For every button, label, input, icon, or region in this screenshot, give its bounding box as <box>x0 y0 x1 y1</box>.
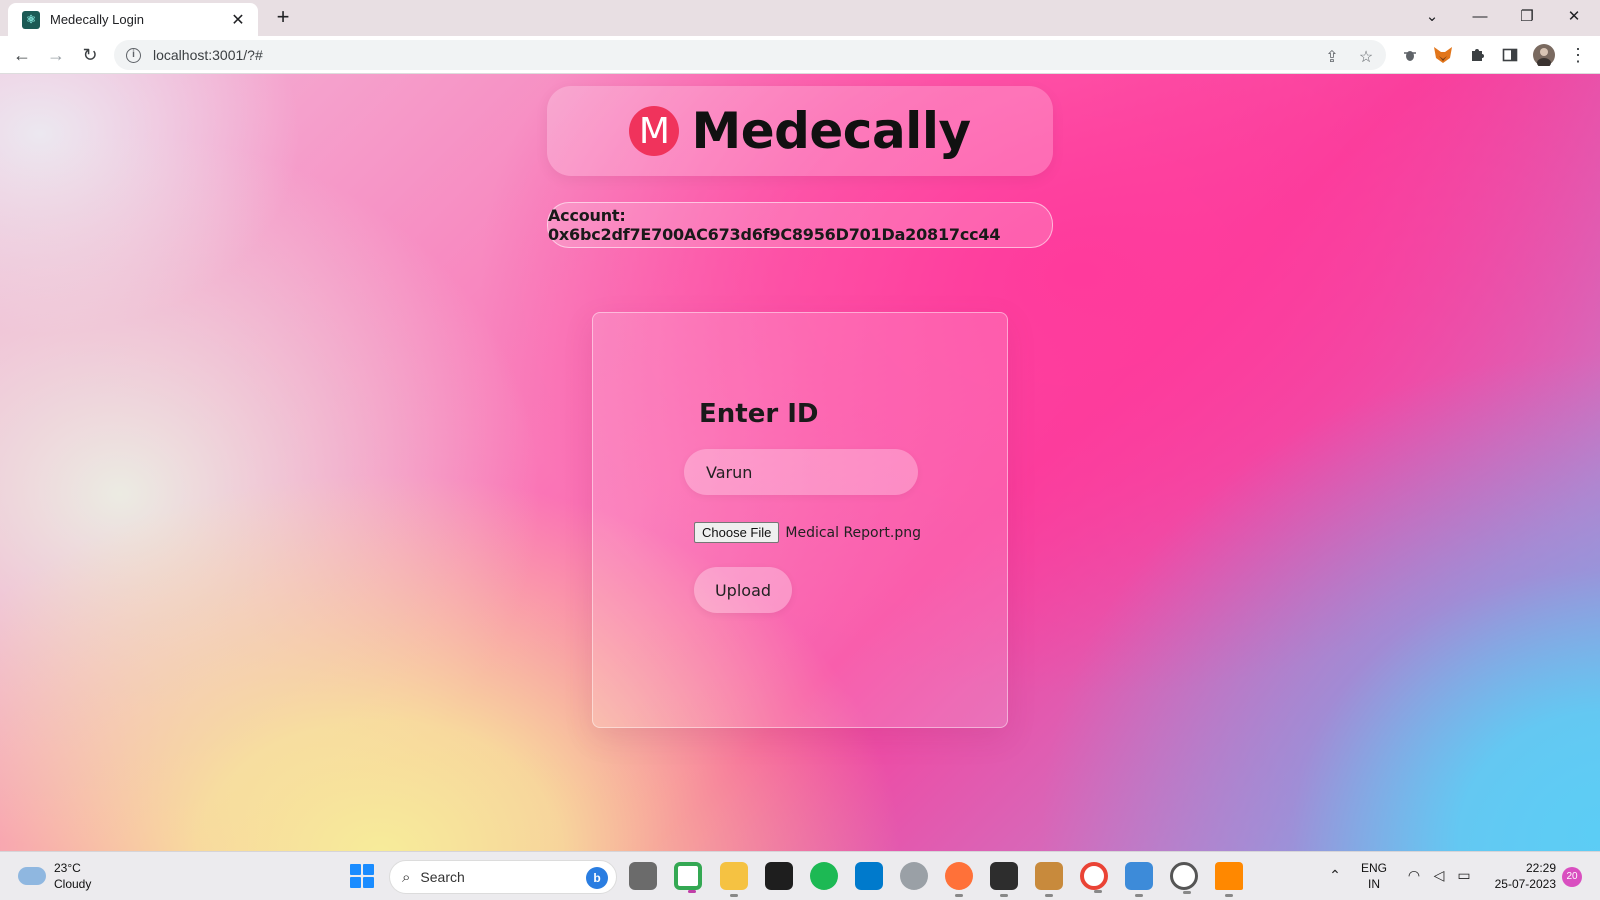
vlc-icon[interactable] <box>1215 862 1243 897</box>
wifi-icon[interactable]: ◠ <box>1404 867 1424 884</box>
medecally-logo-icon: M <box>629 106 680 156</box>
search-label: Search <box>420 869 465 885</box>
bookmark-star-icon[interactable]: ☆ <box>1356 47 1376 67</box>
forward-button[interactable]: → <box>43 42 69 68</box>
url-text: localhost:3001/?# <box>153 47 263 63</box>
account-badge: Account: 0x6bc2df7E700AC673d6f9C8956D701… <box>547 202 1053 248</box>
back-button[interactable]: ← <box>9 42 35 68</box>
firefox-icon[interactable] <box>945 862 973 897</box>
file-picker: Choose File Medical Report.png <box>694 522 921 543</box>
reload-button[interactable]: ↻ <box>77 42 103 68</box>
weather-widget[interactable]: 23°C Cloudy <box>18 860 91 892</box>
tab-medecally-login[interactable]: ⚛ Medecally Login ✕ <box>8 3 258 36</box>
language-region: IN <box>1368 877 1380 891</box>
id-input[interactable] <box>684 449 918 495</box>
browser-tab-strip: ⚛ Medecally Login ✕ + ⌄ — ❐ ✕ <box>0 0 1600 36</box>
close-window-button[interactable]: ✕ <box>1554 4 1594 30</box>
search-icon: ⌕ <box>402 868 411 886</box>
battery-icon[interactable]: ▭ <box>1454 867 1474 884</box>
clock-time: 22:29 <box>1525 861 1556 875</box>
clock-date: 25-07-2023 <box>1494 877 1556 891</box>
task-view-icon[interactable] <box>629 862 657 890</box>
media-player-icon[interactable] <box>1170 862 1198 894</box>
show-hidden-icons-icon[interactable]: ⌃ <box>1325 867 1345 884</box>
windows-start-icon[interactable] <box>350 864 374 888</box>
upload-form-card: Enter ID Choose File Medical Report.png … <box>592 312 1008 728</box>
tab-search-icon[interactable]: ⌄ <box>1412 4 1452 30</box>
share-icon[interactable]: ⇪ <box>1322 47 1342 67</box>
bing-icon[interactable]: b <box>586 867 608 889</box>
terminal-icon[interactable] <box>765 862 793 890</box>
brand-header: M Medecally <box>547 86 1053 176</box>
clock-app-icon[interactable] <box>900 862 928 890</box>
brand-name: Medecally <box>691 102 971 160</box>
selected-file-name: Medical Report.png <box>785 524 921 541</box>
weather-condition: Cloudy <box>54 877 92 891</box>
chrome-menu-icon[interactable]: ⋮ <box>1568 45 1588 65</box>
browser-toolbar: ← → ↻ i localhost:3001/?# ⇪ ☆ ⋮ <box>0 36 1600 74</box>
tab-close-icon[interactable]: ✕ <box>228 10 248 30</box>
file-explorer-icon[interactable] <box>720 862 748 897</box>
chrome-profile-icon[interactable] <box>1080 862 1108 893</box>
command-prompt-icon[interactable] <box>990 862 1018 897</box>
metamask-fox-icon[interactable] <box>1433 45 1453 65</box>
extensions-puzzle-icon[interactable] <box>1467 45 1487 65</box>
react-favicon-icon: ⚛ <box>22 10 40 29</box>
form-title: Enter ID <box>699 399 819 429</box>
profile-avatar[interactable] <box>1533 44 1555 66</box>
chrome-icon[interactable] <box>674 862 702 893</box>
camera-app-icon[interactable] <box>1125 862 1153 897</box>
side-panel-icon[interactable] <box>1500 45 1520 65</box>
cloud-icon <box>18 867 46 885</box>
restore-button[interactable]: ❐ <box>1507 4 1547 30</box>
spotify-icon[interactable] <box>810 862 838 890</box>
site-info-icon[interactable]: i <box>126 47 141 63</box>
upload-button[interactable]: Upload <box>694 567 792 613</box>
language-code: ENG <box>1360 861 1387 875</box>
choose-file-button[interactable]: Choose File <box>694 522 780 543</box>
notification-count-badge[interactable]: 20 <box>1562 867 1582 887</box>
taskbar-search[interactable]: ⌕ Search b <box>389 860 617 894</box>
page-viewport: M Medecally Account: 0x6bc2df7E700AC673d… <box>0 74 1600 851</box>
vscode-icon[interactable] <box>855 862 883 890</box>
tab-title: Medecally Login <box>50 12 144 27</box>
package-box-icon[interactable] <box>1035 862 1063 897</box>
minimize-button[interactable]: — <box>1460 4 1500 30</box>
language-indicator[interactable]: ENG IN <box>1356 860 1392 892</box>
address-bar[interactable]: i localhost:3001/?# ⇪ ☆ <box>114 40 1386 70</box>
weather-temperature: 23°C <box>54 861 81 875</box>
bug-extension-icon[interactable] <box>1400 45 1420 65</box>
new-tab-button[interactable]: + <box>270 5 296 31</box>
account-address: Account: 0x6bc2df7E700AC673d6f9C8956D701… <box>548 206 1001 244</box>
volume-icon[interactable]: ◁ <box>1429 867 1449 884</box>
system-clock[interactable]: 22:29 25-07-2023 <box>1486 860 1556 892</box>
windows-taskbar: 23°C Cloudy ⌕ Search b ⌃ ENG IN ◠ ◁ ▭ 22… <box>0 851 1600 900</box>
